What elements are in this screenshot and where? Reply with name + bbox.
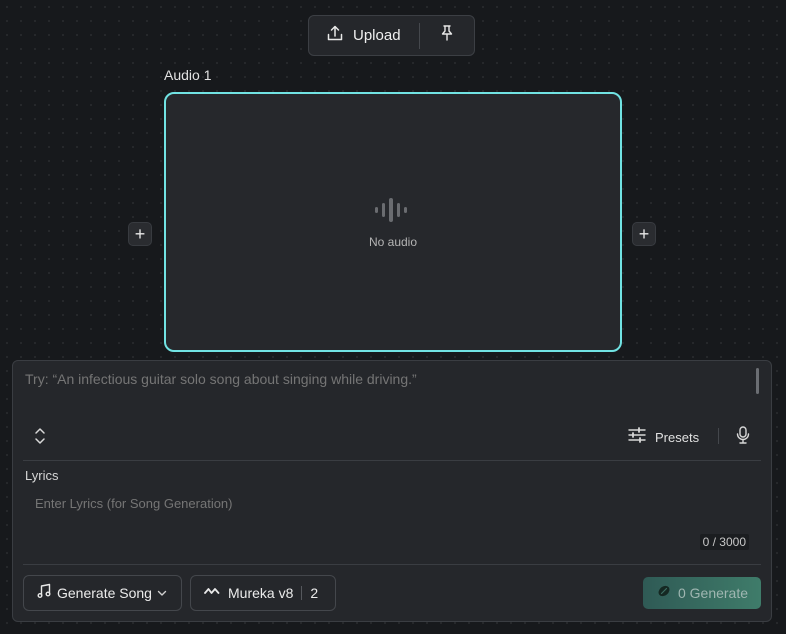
prompt-scrollbar[interactable] <box>756 368 759 394</box>
upload-button[interactable]: Upload <box>309 16 419 55</box>
expand-button[interactable] <box>33 427 49 445</box>
music-note-icon <box>37 583 51 604</box>
audio-slot[interactable]: No audio <box>164 92 622 352</box>
plus-icon: + <box>134 224 146 244</box>
divider <box>23 564 761 565</box>
add-audio-right-button[interactable]: + <box>632 222 656 246</box>
waveform-icon <box>374 196 412 229</box>
upload-icon <box>326 24 344 47</box>
lyrics-label: Lyrics <box>25 468 59 483</box>
microphone-icon <box>735 426 751 449</box>
presets-button[interactable]: Presets <box>628 426 699 449</box>
model-divider <box>301 586 303 600</box>
generation-mode-dropdown[interactable]: Generate Song <box>23 575 182 611</box>
model-count-badge: 2 <box>310 585 319 601</box>
pin-icon <box>439 24 455 47</box>
coin-icon <box>656 583 672 604</box>
mureka-logo-icon <box>204 584 220 602</box>
prompt-input[interactable] <box>25 371 745 387</box>
controls-divider <box>718 428 719 444</box>
generate-label: 0 Generate <box>677 585 749 601</box>
lyrics-char-counter: 0 / 3000 <box>699 534 749 550</box>
sliders-icon <box>628 426 646 449</box>
upload-toolbar: Upload <box>308 15 475 56</box>
lyrics-input[interactable] <box>35 496 735 511</box>
presets-label: Presets <box>655 430 700 445</box>
plus-icon: + <box>638 224 650 244</box>
model-selector-button[interactable]: Mureka v8 2 <box>190 575 336 611</box>
pin-button[interactable] <box>420 16 474 55</box>
no-audio-text: No audio <box>368 234 418 249</box>
generate-button[interactable]: 0 Generate <box>643 577 761 609</box>
expand-icon <box>33 428 47 449</box>
generation-mode-label: Generate Song <box>57 585 152 601</box>
chevron-down-icon <box>157 584 167 602</box>
microphone-button[interactable] <box>735 425 751 450</box>
add-audio-left-button[interactable]: + <box>128 222 152 246</box>
upload-label: Upload <box>353 27 401 44</box>
audio-track-label: Audio 1 <box>164 67 212 83</box>
divider <box>23 460 761 461</box>
model-name-label: Mureka v8 <box>228 585 294 601</box>
composer-panel: Presets Lyrics 0 / 3000 Generate Song <box>12 360 772 622</box>
